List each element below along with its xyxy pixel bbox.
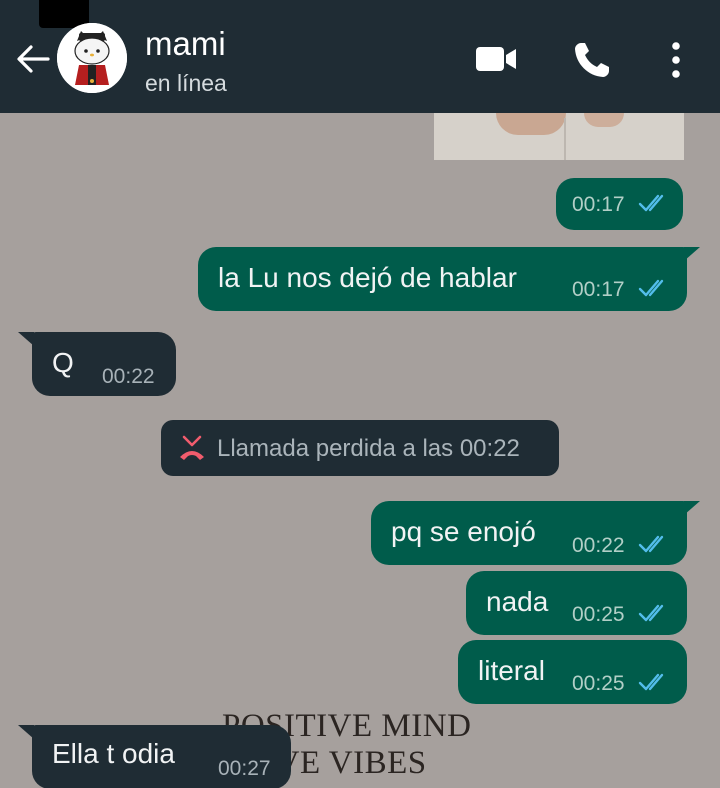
message-time: 00:22 bbox=[102, 365, 155, 388]
read-receipt-icon bbox=[638, 604, 664, 622]
missed-call-notice[interactable]: Llamada perdida a las 00:22 bbox=[161, 420, 559, 476]
read-receipt-icon bbox=[638, 535, 664, 553]
read-receipt-icon bbox=[638, 194, 664, 212]
bubble-tail bbox=[684, 247, 700, 261]
message-text: la Lu nos dejó de hablar bbox=[218, 262, 517, 293]
message-text: pq se enojó bbox=[391, 516, 536, 547]
message-bubble-outgoing[interactable]: literal 00:25 bbox=[458, 640, 687, 704]
contact-status: en línea bbox=[145, 70, 227, 96]
voice-call-icon[interactable] bbox=[572, 40, 612, 80]
message-text: Ella t odia bbox=[52, 738, 175, 769]
message-text: Q bbox=[52, 347, 74, 378]
message-time: 00:27 bbox=[218, 757, 271, 780]
image-message-fragment[interactable] bbox=[434, 113, 684, 160]
message-time: 00:17 bbox=[572, 193, 625, 216]
message-bubble-outgoing[interactable]: nada 00:25 bbox=[466, 571, 687, 635]
message-text: nada bbox=[486, 586, 549, 617]
contact-name[interactable]: mami bbox=[145, 25, 226, 63]
hello-kitty-avatar-icon bbox=[57, 23, 127, 93]
message-bubble-incoming[interactable]: Ella t odia 00:27 bbox=[32, 725, 291, 788]
back-arrow-icon[interactable] bbox=[14, 40, 54, 78]
bubble-tail bbox=[684, 501, 700, 515]
more-options-icon[interactable] bbox=[664, 40, 688, 80]
message-bubble-outgoing[interactable]: 00:17 bbox=[556, 178, 683, 230]
message-time: 00:22 bbox=[572, 534, 625, 557]
message-time: 00:25 bbox=[572, 672, 625, 695]
message-text: literal bbox=[478, 655, 545, 686]
video-call-icon[interactable] bbox=[474, 44, 518, 74]
message-bubble-outgoing[interactable]: pq se enojó 00:22 bbox=[371, 501, 687, 565]
read-receipt-icon bbox=[638, 673, 664, 691]
missed-call-icon bbox=[180, 435, 204, 460]
avatar[interactable] bbox=[57, 23, 127, 93]
chat-header: mami en línea bbox=[0, 0, 720, 113]
message-time: 00:25 bbox=[572, 603, 625, 626]
read-receipt-icon bbox=[638, 279, 664, 297]
message-bubble-incoming[interactable]: Q 00:22 bbox=[32, 332, 176, 396]
message-time: 00:17 bbox=[572, 278, 625, 301]
missed-call-text: Llamada perdida a las 00:22 bbox=[217, 435, 520, 462]
message-bubble-outgoing[interactable]: la Lu nos dejó de hablar 00:17 bbox=[198, 247, 687, 311]
